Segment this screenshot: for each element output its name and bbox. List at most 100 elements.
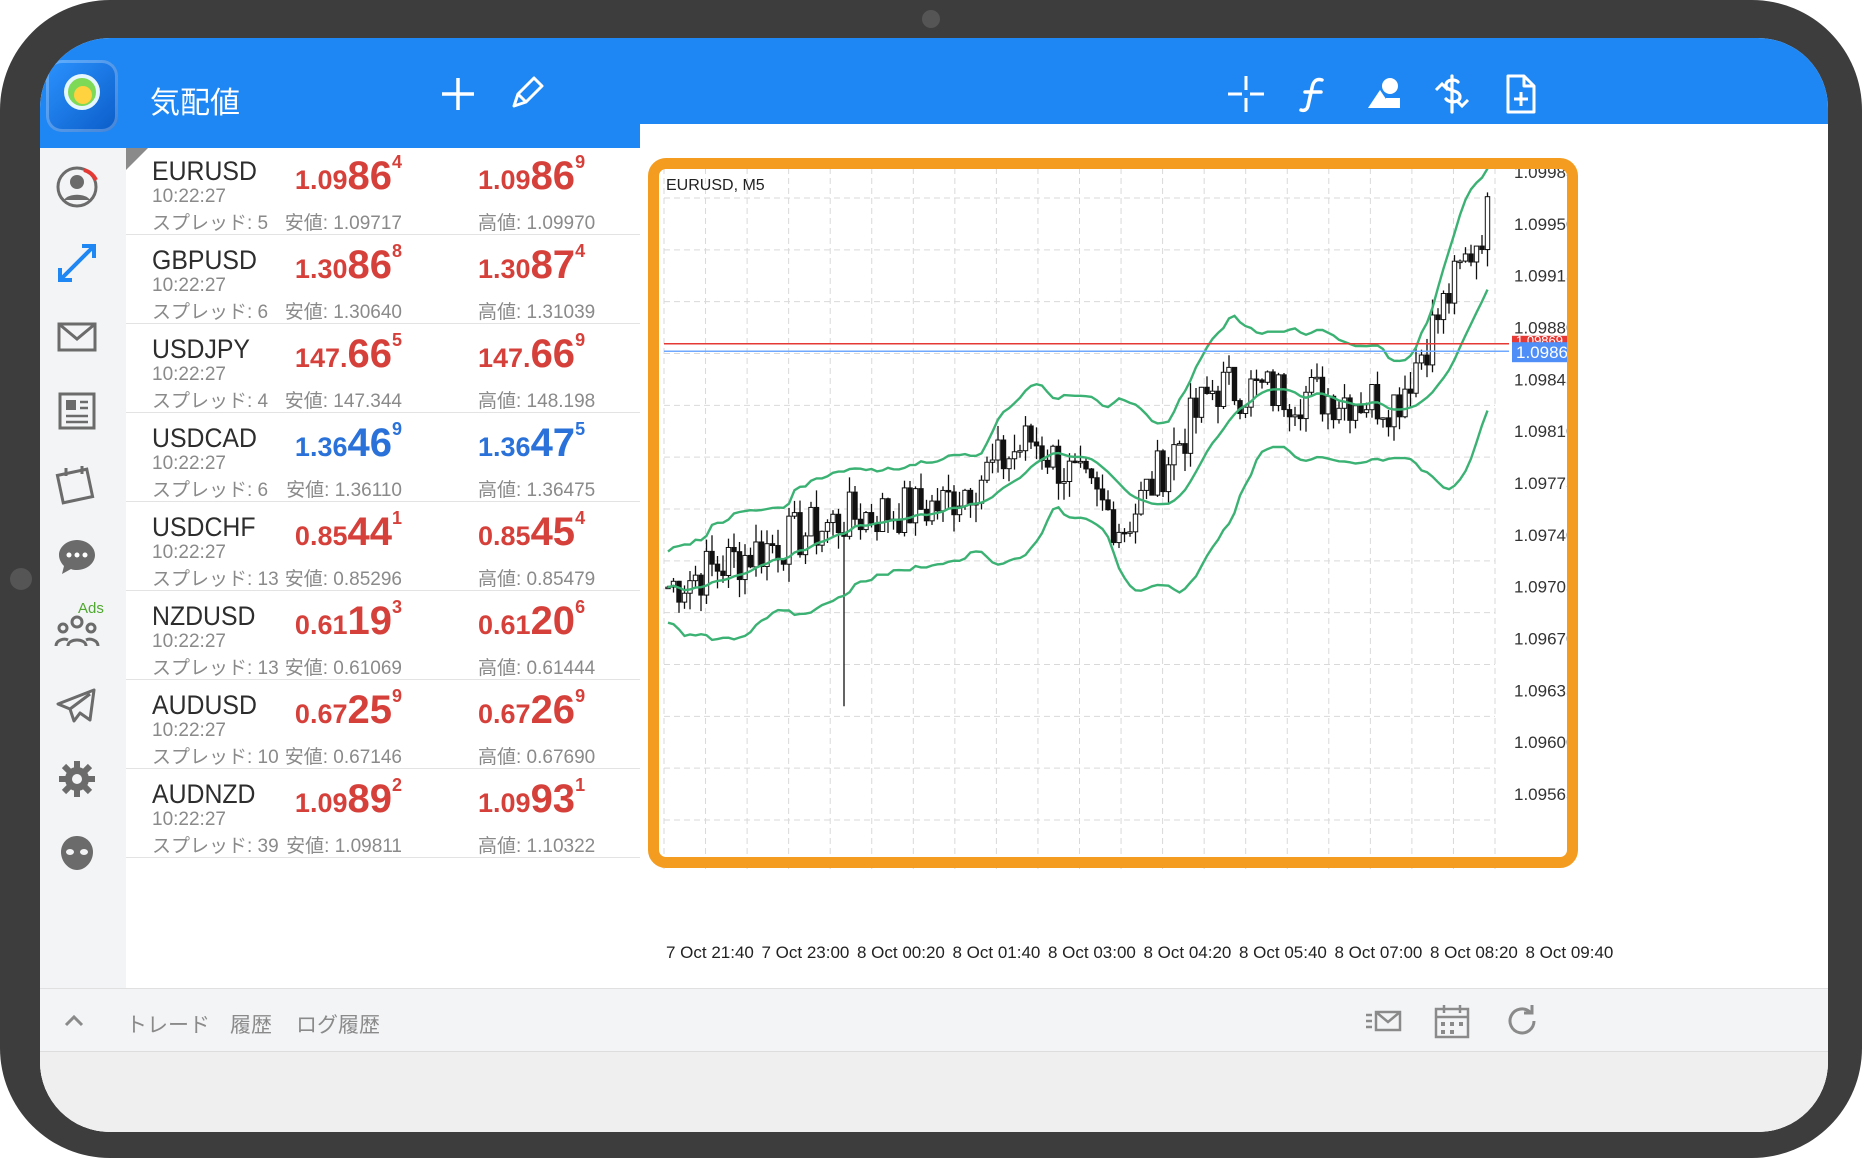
- bid-price-prefix: 147.: [294, 343, 348, 373]
- community-icon[interactable]: [54, 608, 100, 654]
- quote-high: 高値: 1.10322: [478, 836, 596, 857]
- alien-icon[interactable]: [54, 830, 100, 876]
- bid-price[interactable]: 0.67259: [295, 686, 402, 732]
- candle-body: [901, 487, 908, 533]
- trade-dollar-icon[interactable]: [1430, 72, 1474, 116]
- bid-price-pips: 44: [347, 510, 392, 554]
- bid-price[interactable]: 0.61193: [295, 597, 402, 643]
- quote-time: 10:22:27: [152, 720, 226, 741]
- candle-body: [1116, 531, 1122, 544]
- ask-price-prefix: 0.85: [478, 521, 531, 551]
- objects-icon[interactable]: [1362, 72, 1406, 116]
- ask-price[interactable]: 0.85454: [478, 508, 585, 554]
- candle-body: [775, 544, 781, 561]
- bid-price[interactable]: 1.36469: [295, 419, 402, 465]
- bid-price[interactable]: 1.09864: [294, 152, 402, 198]
- crosshair-icon[interactable]: [1224, 72, 1268, 116]
- ads-calendar-icon[interactable]: [54, 462, 100, 508]
- quotes-arrows-icon[interactable]: [54, 240, 100, 286]
- chevron-up-icon[interactable]: [54, 1001, 94, 1041]
- quote-row[interactable]: USDCHF 10:22:27 スプレッド: 13 0.85441 0.85454 安値:…: [126, 502, 686, 591]
- bid-price-prefix: 1.09: [294, 788, 348, 818]
- news-icon[interactable]: [54, 388, 100, 434]
- candle-body: [1385, 417, 1392, 428]
- candle-body: [747, 554, 754, 568]
- quote-row[interactable]: GBPUSD 10:22:27 スプレッド: 6 1.30868 1.30874 安値: …: [126, 235, 686, 324]
- refresh-icon[interactable]: [1502, 1001, 1542, 1041]
- bid-price[interactable]: 1.09892: [294, 775, 402, 821]
- bid-price-fraction: 2: [391, 775, 402, 795]
- app-logo-icon[interactable]: [46, 60, 118, 132]
- telegram-icon[interactable]: [54, 682, 100, 728]
- plus-icon[interactable]: [436, 72, 480, 116]
- ask-price-prefix: 0.61: [478, 610, 531, 640]
- quote-high: 高値: 148.198: [478, 391, 596, 412]
- tab-trade[interactable]: トレード: [126, 1009, 210, 1039]
- pencil-icon[interactable]: [504, 72, 548, 116]
- price-axis-label: 1.09600: [1514, 733, 1575, 752]
- mail-icon[interactable]: [54, 314, 100, 360]
- indicator-f-icon[interactable]: [1292, 72, 1336, 116]
- candle-body: [1110, 509, 1117, 544]
- candle-body: [1473, 245, 1480, 263]
- candle-body: [1369, 383, 1375, 411]
- time-axis-label: 8 Oct 03:00: [1048, 943, 1136, 962]
- candle-body: [1424, 354, 1430, 366]
- candle-body: [808, 506, 814, 537]
- candlestick-chart[interactable]: 1.099851.099501.099151.098801.098451.098…: [640, 124, 1828, 988]
- candle-body: [1132, 513, 1139, 533]
- bid-price[interactable]: 1.30868: [295, 241, 402, 287]
- candle-body: [676, 580, 682, 603]
- quote-low: 安値: 147.344: [284, 391, 402, 412]
- bid-price-prefix: 1.09: [294, 165, 348, 195]
- candle-body: [725, 546, 732, 576]
- ask-price[interactable]: 0.61206: [478, 597, 585, 643]
- bid-price[interactable]: 147.665: [294, 330, 402, 376]
- ask-price[interactable]: 0.67269: [478, 686, 585, 732]
- candle-body: [1165, 464, 1172, 493]
- mail-list-icon[interactable]: [1364, 1001, 1404, 1041]
- ask-price-pips: 86: [530, 154, 576, 198]
- ask-price-pips: 20: [530, 599, 576, 643]
- quote-row[interactable]: AUDUSD 10:22:27 スプレッド: 10 0.67259 0.67269 安値:…: [126, 680, 686, 769]
- chart-area[interactable]: 1.09985 1.09950 1.09915 1.09880 1.09845 1.098…: [640, 124, 1828, 988]
- ask-price[interactable]: 1.09869: [478, 152, 585, 198]
- bid-price-fraction: 1: [391, 508, 402, 528]
- candle-body: [1440, 293, 1447, 321]
- chat-icon[interactable]: [54, 534, 100, 580]
- candle-body: [1396, 394, 1403, 418]
- bid-price-fraction: 5: [391, 330, 402, 350]
- tab-log-history[interactable]: ログ履歴: [296, 1009, 380, 1039]
- quote-high: 高値: 0.61444: [478, 658, 596, 679]
- quote-high: 高値: 1.36475: [478, 480, 596, 501]
- price-axis-label: 1.09845: [1514, 370, 1575, 389]
- calendar-icon[interactable]: [1432, 1001, 1472, 1041]
- quote-row[interactable]: AUDNZD 10:22:27 スプレッド: 39 1.09892 1.09931 安値:…: [126, 769, 686, 858]
- time-axis-label: 8 Oct 00:20: [857, 943, 945, 962]
- quote-row[interactable]: USDJPY 10:22:27 スプレッド: 4 147.665 147.669 安値: …: [126, 324, 686, 413]
- candle-body: [1160, 450, 1166, 493]
- new-document-icon[interactable]: [1498, 72, 1542, 116]
- ask-price[interactable]: 1.36475: [478, 419, 585, 465]
- tab-history[interactable]: 履歴: [230, 1009, 272, 1039]
- candle-body: [714, 563, 721, 572]
- bid-price-fraction: 9: [391, 686, 402, 706]
- bid-price[interactable]: 0.85441: [295, 508, 402, 554]
- account-icon[interactable]: [54, 164, 100, 210]
- ask-price[interactable]: 1.30874: [478, 241, 585, 287]
- candle-body: [692, 574, 699, 582]
- quote-row[interactable]: USDCAD 10:22:27 スプレッド: 6 1.36469 1.36475 安値: …: [126, 413, 686, 502]
- quote-row[interactable]: NZDUSD 10:22:27 スプレッド: 13 0.61193 0.61206 安値:…: [126, 591, 686, 680]
- candle-body: [802, 535, 809, 556]
- ask-price-pips: 93: [530, 777, 576, 821]
- candle-body: [1121, 531, 1128, 535]
- candle-body: [962, 489, 968, 507]
- ask-price[interactable]: 147.669: [478, 330, 585, 376]
- ask-price[interactable]: 1.09931: [478, 775, 585, 821]
- bid-price-pips: 46: [347, 421, 392, 465]
- settings-icon[interactable]: [54, 756, 100, 802]
- candle-body: [1033, 441, 1040, 447]
- candle-body: [984, 461, 990, 481]
- time-axis-label: 8 Oct 09:40: [1526, 943, 1614, 962]
- quote-row[interactable]: EURUSD 10:22:27 スプレッド: 5 1.09864 1.09869 安値: …: [126, 148, 686, 235]
